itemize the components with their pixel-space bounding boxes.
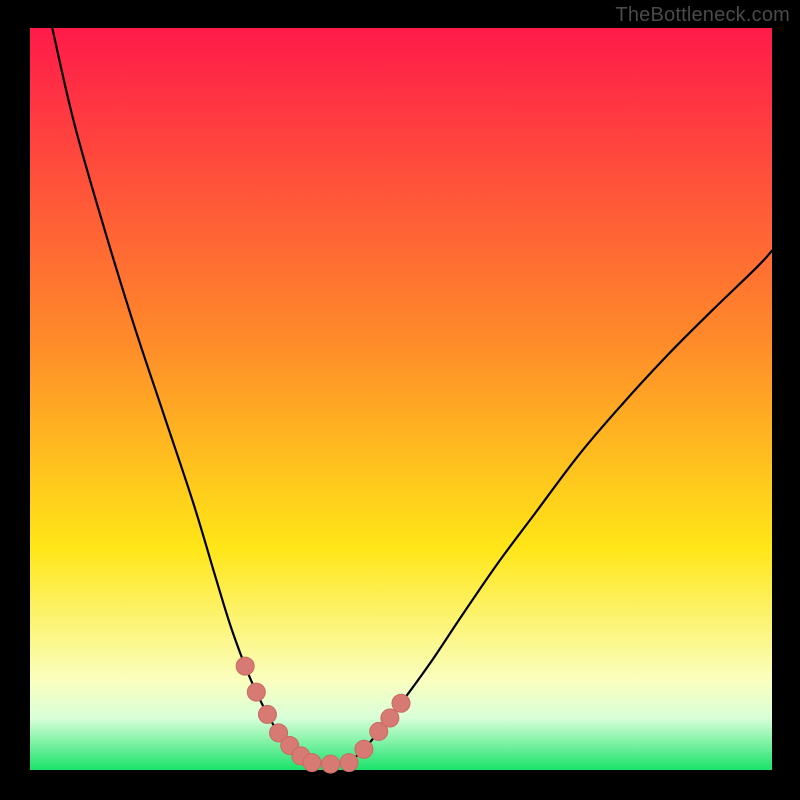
marker-point [236,657,254,675]
plot-background [30,28,772,770]
marker-point [340,754,358,772]
marker-point [322,755,340,773]
marker-point [303,754,321,772]
marker-point [355,740,373,758]
marker-point [247,683,265,701]
marker-point [381,709,399,727]
bottleneck-chart [0,0,800,800]
chart-frame: { "watermark": "TheBottleneck.com", "col… [0,0,800,800]
watermark-text: TheBottleneck.com [615,4,790,27]
marker-point [258,705,276,723]
marker-point [392,694,410,712]
